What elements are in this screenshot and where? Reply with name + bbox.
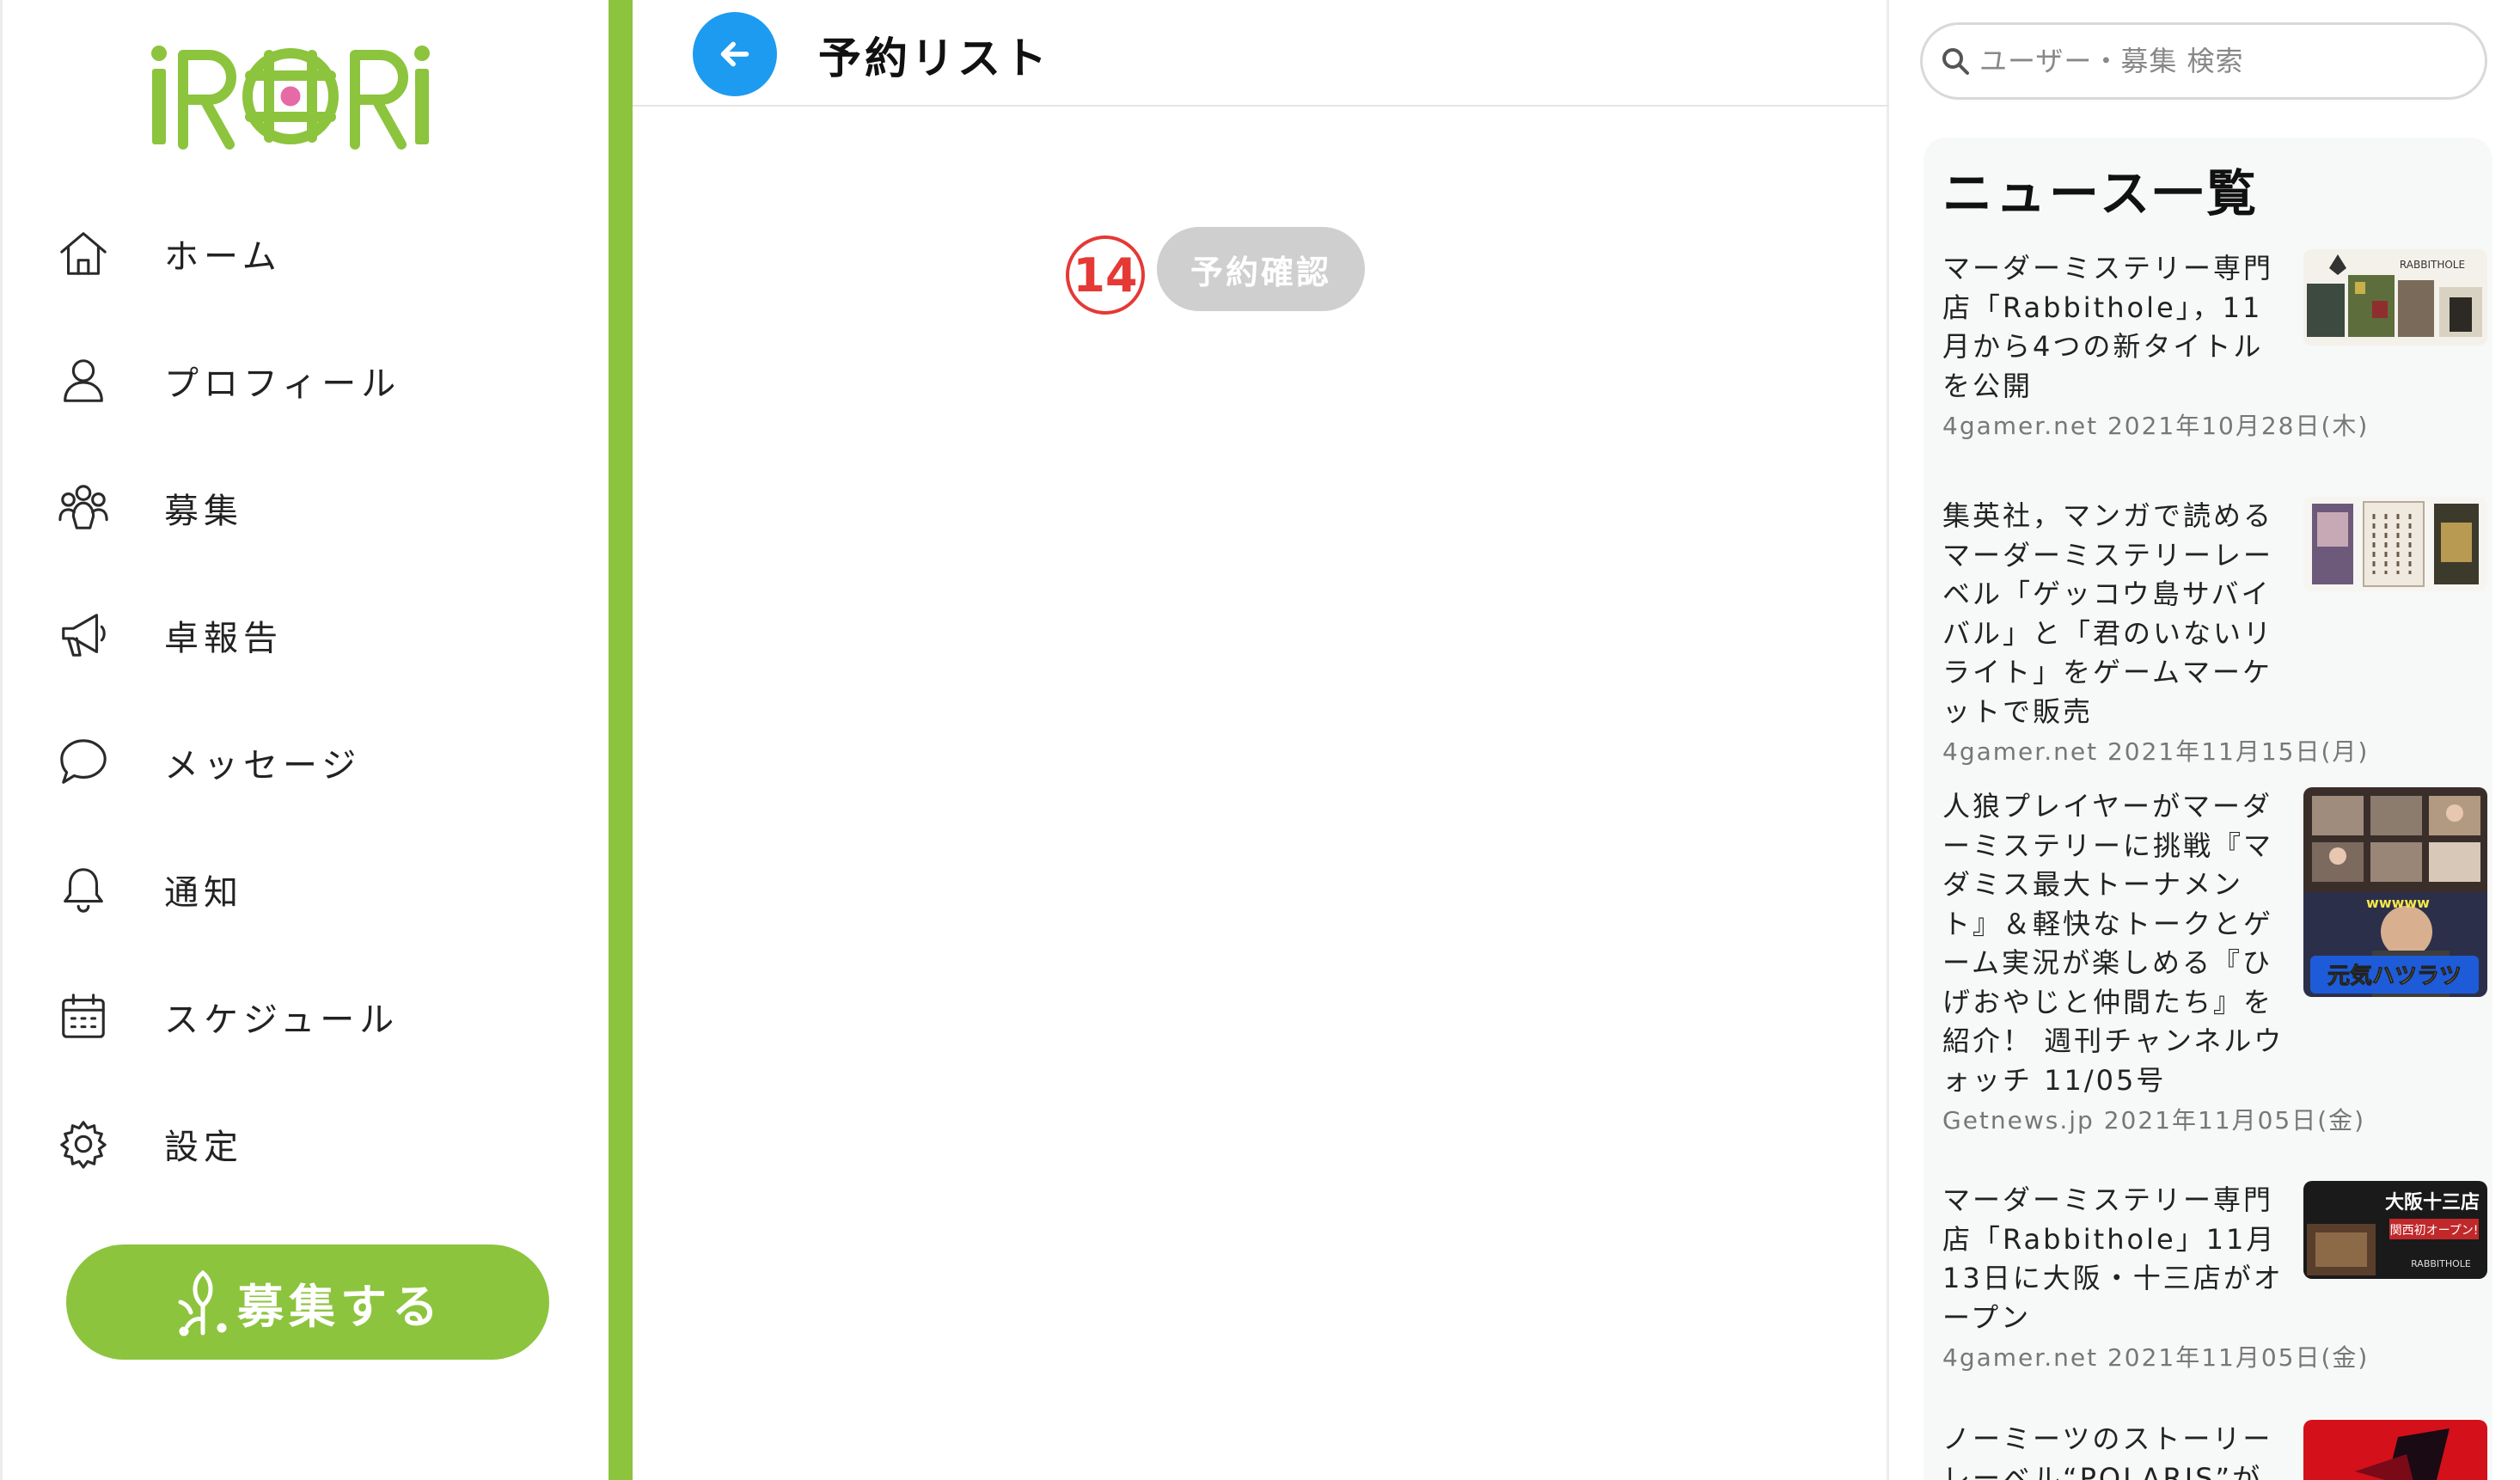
news-item[interactable]: マーダーミステリー専門店「Rabbithole」，11月から4つの新タイトルを公…	[1942, 249, 2487, 442]
news-item[interactable]: 集英社，マンガで読めるマーダーミステリーレーベル「ゲッコウ島サバイバル」と「君の…	[1942, 497, 2487, 768]
news-meta: 4gamer.net 2021年11月15日(月)	[1942, 737, 2370, 766]
people-icon	[51, 475, 116, 541]
search-box[interactable]	[1920, 22, 2487, 100]
main-header: 予約リスト	[633, 0, 1889, 107]
sidebar-item-label: ホーム	[164, 237, 282, 277]
megaphone-icon	[51, 602, 116, 668]
news-item[interactable]: ノーミーツのストーリーレーベル“POLARIS”が	[1942, 1420, 2487, 1480]
reservation-confirm-button[interactable]: 予約確認	[1157, 227, 1365, 311]
recruit-icon	[178, 1269, 227, 1336]
sidebar-item-label: 通知	[164, 873, 243, 913]
news-item[interactable]: 人狼プレイヤーがマーダーミステリーに挑戦『マダミス最大トーナメント』＆軽快なトー…	[1942, 787, 2487, 1136]
sidebar-item-label: メッセージ	[164, 746, 362, 786]
right-column: ニュース一覧 マーダーミステリー専門店「Rabbithole」，11月から4つの…	[1889, 0, 2520, 1480]
recruit-button[interactable]: 募集する	[66, 1245, 549, 1360]
thumbnail-text: RABBITHOLE	[2411, 1258, 2471, 1269]
news-panel: ニュース一覧 マーダーミステリー専門店「Rabbithole」，11月から4つの…	[1924, 138, 2492, 1480]
back-button[interactable]	[693, 12, 777, 96]
sidebar: ホーム プロフィール 募集 卓報告 メッセージ 通知 スケジュール 設定 募集す…	[0, 0, 609, 1480]
divider-bar	[609, 0, 633, 1480]
news-thumbnail	[2303, 497, 2487, 591]
home-icon	[51, 221, 116, 286]
main-column: 予約リスト 14 予約確認	[633, 0, 1889, 1480]
search-input[interactable]	[1979, 45, 2461, 77]
news-title: ニュース一覧	[1942, 164, 2260, 223]
sidebar-item-messages[interactable]: メッセージ	[51, 724, 532, 801]
thumbnail-text: wwwww	[2366, 895, 2430, 911]
arrow-left-icon	[720, 41, 749, 67]
news-item[interactable]: マーダーミステリー専門店「Rabbithole」11月13日に大阪・十三店がオー…	[1942, 1181, 2487, 1373]
thumbnail-text: 大阪十三店	[2385, 1192, 2480, 1214]
sidebar-item-notifications[interactable]: 通知	[51, 851, 532, 928]
thumbnail-text: 元気ハツラツ	[2327, 963, 2462, 989]
page-title: 予約リスト	[818, 34, 1050, 83]
sidebar-item-label: 募集	[164, 492, 243, 531]
sidebar-item-home[interactable]: ホーム	[51, 215, 532, 292]
calendar-icon	[51, 984, 116, 1049]
gear-icon	[51, 1111, 116, 1177]
app-root: ホーム プロフィール 募集 卓報告 メッセージ 通知 スケジュール 設定 募集す…	[0, 0, 2520, 1480]
thumbnail-text: 関西初オープン!	[2390, 1223, 2479, 1238]
sidebar-item-label: 設定	[164, 1128, 243, 1167]
bell-icon	[51, 857, 116, 922]
news-headline: ノーミーツのストーリーレーベル“POLARIS”が	[1942, 1422, 2273, 1480]
sidebar-item-label: 卓報告	[164, 619, 283, 658]
sidebar-item-settings[interactable]: 設定	[51, 1105, 532, 1183]
user-icon	[51, 348, 116, 413]
sidebar-item-recruit[interactable]: 募集	[51, 469, 532, 547]
step-marker: 14	[1066, 235, 1145, 315]
sidebar-item-label: プロフィール	[164, 364, 401, 404]
sidebar-item-label: スケジュール	[164, 1000, 400, 1040]
sidebar-item-schedule[interactable]: スケジュール	[51, 978, 532, 1055]
news-headline: マーダーミステリー専門店「Rabbithole」，11月から4つの新タイトルを公…	[1942, 252, 2274, 402]
logo[interactable]	[149, 38, 467, 150]
news-headline: 人狼プレイヤーがマーダーミステリーに挑戦『マダミス最大トーナメント』＆軽快なトー…	[1942, 790, 2285, 1097]
recruit-button-label: 募集する	[237, 1279, 443, 1334]
news-headline: 集英社，マンガで読めるマーダーミステリーレーベル「ゲッコウ島サバイバル」と「君の…	[1942, 499, 2274, 728]
news-meta: Getnews.jp 2021年11月05日(金)	[1942, 1106, 2366, 1134]
sidebar-item-profile[interactable]: プロフィール	[51, 342, 532, 419]
news-thumbnail	[2303, 1420, 2487, 1480]
chat-bubble-icon	[51, 730, 116, 795]
search-icon	[1942, 48, 1969, 75]
sidebar-item-report[interactable]: 卓報告	[51, 596, 532, 674]
news-thumbnail: 大阪十三店 関西初オープン! RABBITHOLE	[2303, 1181, 2487, 1279]
news-headline: マーダーミステリー専門店「Rabbithole」11月13日に大阪・十三店がオー…	[1942, 1183, 2284, 1334]
news-meta: 4gamer.net 2021年11月05日(金)	[1942, 1343, 2370, 1372]
news-thumbnail: RABBITHOLE	[2303, 249, 2487, 346]
news-thumbnail: wwwww 元気ハツラツ	[2303, 787, 2487, 997]
thumbnail-text: RABBITHOLE	[2400, 259, 2465, 271]
news-meta: 4gamer.net 2021年10月28日(木)	[1942, 412, 2370, 440]
